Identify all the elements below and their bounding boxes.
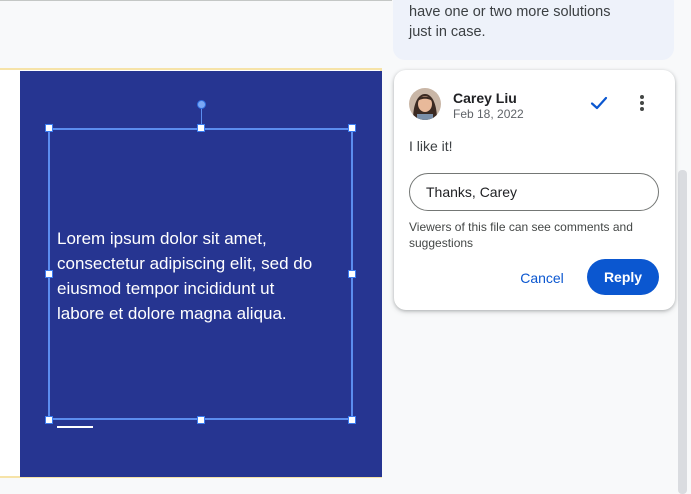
resize-handle-right[interactable]: [348, 270, 356, 278]
resolve-button[interactable]: [588, 92, 610, 114]
more-options-button[interactable]: [633, 92, 651, 114]
reply-button[interactable]: Reply: [587, 259, 659, 295]
more-vert-icon: [640, 95, 644, 111]
resize-handle-bottom-left[interactable]: [45, 416, 53, 424]
resize-handle-bottom-right[interactable]: [348, 416, 356, 424]
comment-author: Carey Liu: [453, 90, 517, 106]
text-cursor-indicator: [57, 426, 93, 428]
previous-comment-text: have one or two more solutions just in c…: [409, 4, 611, 40]
reply-input[interactable]: [409, 173, 659, 211]
rotate-handle[interactable]: [197, 100, 206, 109]
resize-handle-top-left[interactable]: [45, 124, 53, 132]
selection-box[interactable]: [48, 128, 353, 420]
check-icon: [590, 96, 608, 110]
resize-handle-top-right[interactable]: [348, 124, 356, 132]
comment-date: Feb 18, 2022: [453, 107, 524, 121]
resize-handle-bottom[interactable]: [197, 416, 205, 424]
cancel-button[interactable]: Cancel: [508, 262, 576, 294]
resize-handle-top[interactable]: [197, 124, 205, 132]
comments-scrollbar[interactable]: [678, 170, 687, 494]
resize-handle-left[interactable]: [45, 270, 53, 278]
comment-text: I like it!: [409, 138, 453, 154]
avatar: [409, 88, 441, 120]
visibility-note: Viewers of this file can see comments an…: [409, 220, 633, 250]
